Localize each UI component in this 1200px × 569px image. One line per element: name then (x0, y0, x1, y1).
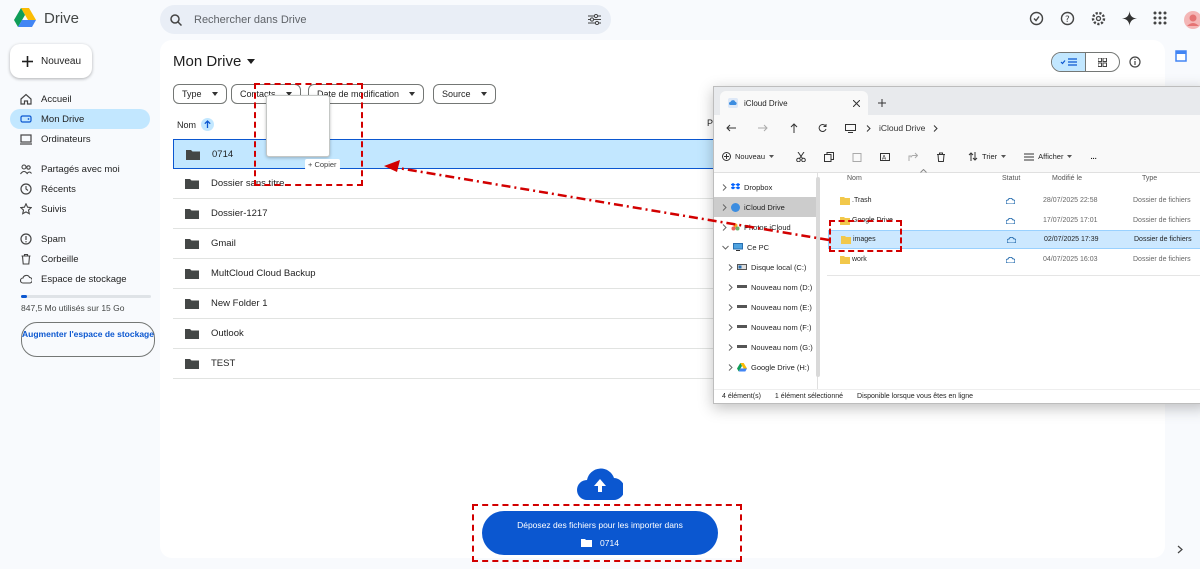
annotation-arrow (384, 160, 830, 242)
